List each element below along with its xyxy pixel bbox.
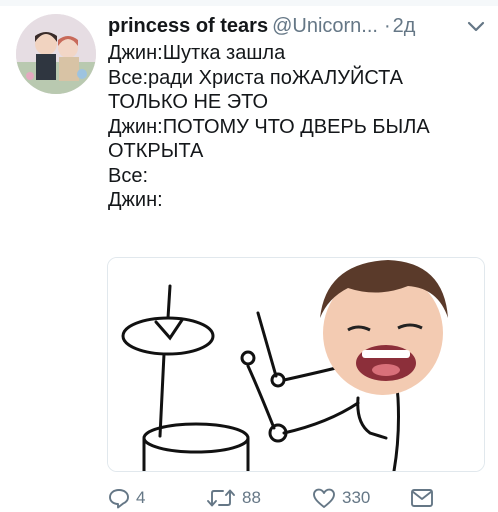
retweet-button[interactable]: 88 (206, 484, 261, 512)
user-handle[interactable]: @Unicorn... (272, 15, 378, 37)
tweet-media-image[interactable] (107, 257, 485, 472)
tweet-header: princess of tears @Unicorn... · 2д (108, 12, 488, 40)
tweet-line: Все:ради Христа поЖАЛУЙСТА (108, 66, 403, 89)
tweet-line: ОТКРЫТА (108, 140, 204, 162)
avatar[interactable] (16, 14, 96, 94)
like-count: 330 (342, 488, 371, 507)
reply-button[interactable]: 4 (108, 484, 145, 512)
tweet-line: Джин:ПОТОМУ ЧТО ДВЕРЬ БЫЛА (108, 115, 430, 138)
reply-count: 4 (136, 488, 146, 507)
tweet-line: Джин:Шутка зашла (108, 42, 286, 64)
tweet-line: Джин: (108, 189, 163, 211)
tweet[interactable]: princess of tears @Unicorn... · 2д Джин:Шут… (0, 0, 498, 512)
separator-dot: · (383, 15, 391, 37)
direct-message-button[interactable] (410, 484, 440, 512)
tweet-text: Джин:Шутка зашла Все:ради Христа поЖАЛУЙ… (108, 41, 488, 213)
display-name[interactable]: princess of tears (108, 15, 268, 37)
heart-icon (313, 488, 335, 508)
tweet-line: ТОЛЬКО НЕ ЭТО (108, 91, 269, 113)
timeline-divider (0, 0, 498, 6)
like-button[interactable]: 330 (312, 484, 370, 512)
retweet-count: 88 (242, 488, 261, 507)
retweet-icon (207, 489, 235, 507)
envelope-icon (411, 489, 433, 507)
reply-icon (109, 489, 129, 509)
tweet-actions: 4 88 330 (108, 484, 488, 512)
tweet-time[interactable]: 2д (393, 15, 416, 37)
chevron-down-icon[interactable] (466, 20, 486, 34)
tweet-line: Все: (108, 164, 149, 187)
